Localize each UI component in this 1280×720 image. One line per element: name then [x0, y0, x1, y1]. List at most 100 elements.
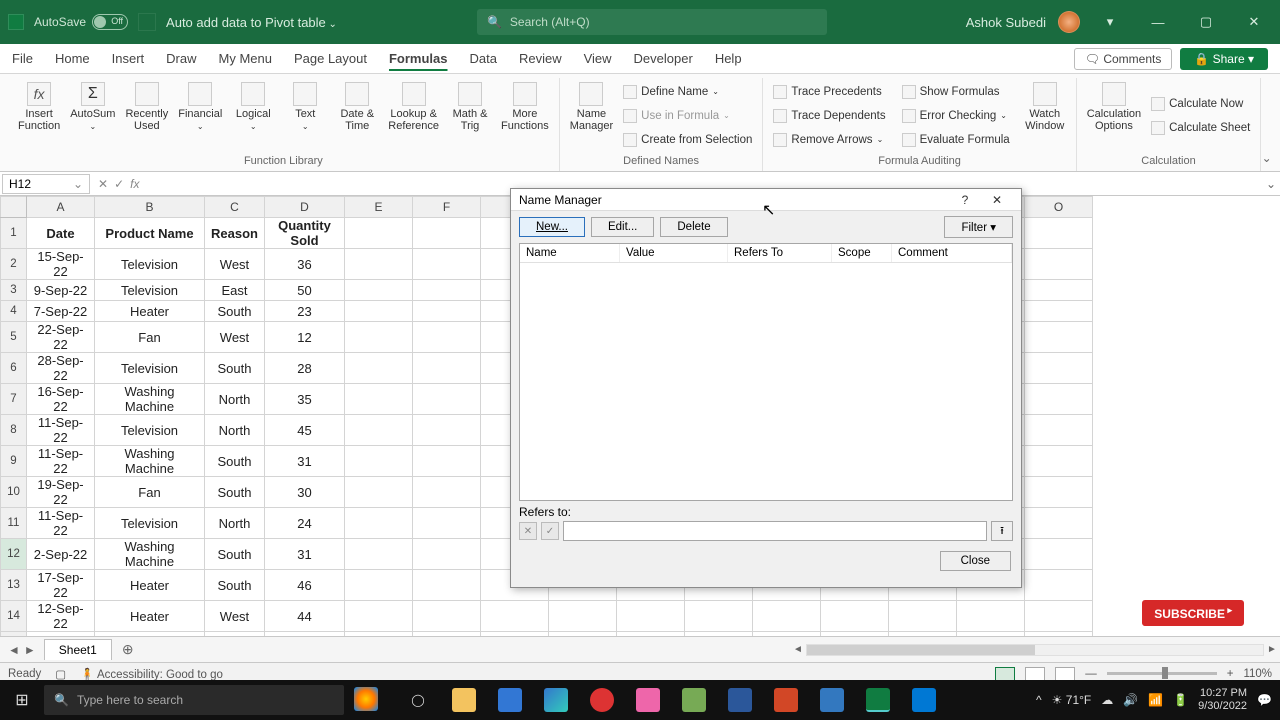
cell[interactable]: South: [205, 539, 265, 570]
row-header-3[interactable]: 3: [1, 280, 27, 301]
cell[interactable]: [1025, 508, 1093, 539]
autosum-button[interactable]: ΣAutoSum⌄: [66, 78, 119, 153]
ribbon-mode-icon[interactable]: ▾: [1092, 7, 1128, 37]
dialog-close-button[interactable]: Close: [940, 551, 1011, 571]
cell[interactable]: 15-Sep-22: [27, 249, 95, 280]
cell[interactable]: [95, 632, 205, 637]
tab-developer[interactable]: Developer: [634, 51, 693, 66]
cell[interactable]: 50: [265, 280, 345, 301]
row-header-9[interactable]: 9: [1, 446, 27, 477]
cell[interactable]: Product Name: [95, 218, 205, 249]
col-value[interactable]: Value: [620, 244, 728, 262]
cell[interactable]: Fan: [95, 477, 205, 508]
cell[interactable]: [413, 249, 481, 280]
date-time-button[interactable]: Date & Time: [332, 78, 382, 153]
tab-insert[interactable]: Insert: [112, 51, 145, 66]
cancel-fx-icon[interactable]: ✕: [98, 177, 108, 191]
text-button[interactable]: Text⌄: [280, 78, 330, 153]
taskbar-app-mail[interactable]: [488, 680, 532, 720]
cell[interactable]: Fan: [95, 322, 205, 353]
range-picker-button[interactable]: ⭱: [991, 521, 1013, 541]
cell[interactable]: [413, 353, 481, 384]
cell[interactable]: [345, 384, 413, 415]
col-scope[interactable]: Scope: [832, 244, 892, 262]
row-header-7[interactable]: 7: [1, 384, 27, 415]
cell[interactable]: [685, 601, 753, 632]
taskbar-app-explorer[interactable]: [442, 680, 486, 720]
col-header-E[interactable]: E: [345, 197, 413, 218]
cell[interactable]: [957, 601, 1025, 632]
cell[interactable]: [1025, 539, 1093, 570]
cell[interactable]: Washing Machine: [95, 384, 205, 415]
cell[interactable]: West: [205, 601, 265, 632]
cell[interactable]: [957, 632, 1025, 637]
more-functions-button[interactable]: More Functions: [497, 78, 553, 153]
taskbar-app-word[interactable]: [718, 680, 762, 720]
tab-review[interactable]: Review: [519, 51, 562, 66]
calculate-sheet-button[interactable]: Calculate Sheet: [1147, 118, 1254, 138]
show-formulas-button[interactable]: Show Formulas: [898, 82, 1014, 102]
row-header-12[interactable]: 12: [1, 539, 27, 570]
dialog-filter-button[interactable]: Filter ▾: [944, 216, 1013, 238]
cell[interactable]: [413, 322, 481, 353]
cell[interactable]: 44: [265, 601, 345, 632]
cell[interactable]: 36: [265, 249, 345, 280]
accessibility-status[interactable]: 🧍 Accessibility: Good to go: [80, 667, 223, 681]
cell[interactable]: [889, 632, 957, 637]
cell[interactable]: 35: [265, 384, 345, 415]
onedrive-icon[interactable]: ☁: [1101, 693, 1113, 707]
cell[interactable]: Television: [95, 280, 205, 301]
cell[interactable]: [413, 539, 481, 570]
cell[interactable]: Heater: [95, 601, 205, 632]
tab-formulas[interactable]: Formulas: [389, 51, 448, 66]
col-header-O[interactable]: O: [1025, 197, 1093, 218]
tab-view[interactable]: View: [584, 51, 612, 66]
cell[interactable]: [413, 280, 481, 301]
cell[interactable]: [345, 477, 413, 508]
zoom-in-button[interactable]: +: [1227, 668, 1234, 680]
lookup-ref-button[interactable]: Lookup & Reference: [384, 78, 443, 153]
cell[interactable]: 11-Sep-22: [27, 508, 95, 539]
cell[interactable]: North: [205, 384, 265, 415]
refers-to-input[interactable]: [563, 521, 987, 541]
dialog-help-button[interactable]: ?: [949, 193, 981, 207]
dialog-new-button[interactable]: New...: [519, 217, 585, 237]
volume-icon[interactable]: 🔊: [1123, 693, 1138, 707]
cell[interactable]: [413, 446, 481, 477]
cell[interactable]: [1025, 415, 1093, 446]
cell[interactable]: [481, 632, 549, 637]
cell[interactable]: [1025, 301, 1093, 322]
tab-pagelayout[interactable]: Page Layout: [294, 51, 367, 66]
cell[interactable]: 2-Sep-22: [27, 539, 95, 570]
cell[interactable]: [617, 632, 685, 637]
zoom-slider[interactable]: [1107, 672, 1217, 675]
cell[interactable]: [1025, 601, 1093, 632]
cell[interactable]: [549, 601, 617, 632]
cell[interactable]: 28-Sep-22: [27, 353, 95, 384]
cell[interactable]: [413, 508, 481, 539]
cell[interactable]: 17-Sep-22: [27, 570, 95, 601]
page-layout-view-button[interactable]: [1025, 667, 1045, 681]
cell[interactable]: [413, 570, 481, 601]
cell[interactable]: Reason: [205, 218, 265, 249]
cell[interactable]: [821, 601, 889, 632]
tray-chevron-icon[interactable]: ^: [1036, 693, 1042, 707]
cell[interactable]: 7-Sep-22: [27, 301, 95, 322]
error-checking-button[interactable]: Error Checking ⌄: [898, 106, 1014, 126]
zoom-value[interactable]: 110%: [1243, 668, 1272, 680]
col-refers-to[interactable]: Refers To: [728, 244, 832, 262]
taskbar-app-edge[interactable]: [534, 680, 578, 720]
refers-accept-icon[interactable]: ✓: [541, 522, 559, 540]
sheet-tab-sheet1[interactable]: Sheet1: [44, 639, 112, 660]
cell[interactable]: 12: [265, 322, 345, 353]
insert-function-button[interactable]: fxInsert Function: [14, 78, 64, 153]
tab-home[interactable]: Home: [55, 51, 90, 66]
math-trig-button[interactable]: Math & Trig: [445, 78, 495, 153]
row-header-11[interactable]: 11: [1, 508, 27, 539]
cell[interactable]: [889, 601, 957, 632]
cell[interactable]: [1025, 477, 1093, 508]
cell[interactable]: [1025, 353, 1093, 384]
col-header-C[interactable]: C: [205, 197, 265, 218]
cell[interactable]: [1025, 249, 1093, 280]
cell[interactable]: Heater: [95, 301, 205, 322]
